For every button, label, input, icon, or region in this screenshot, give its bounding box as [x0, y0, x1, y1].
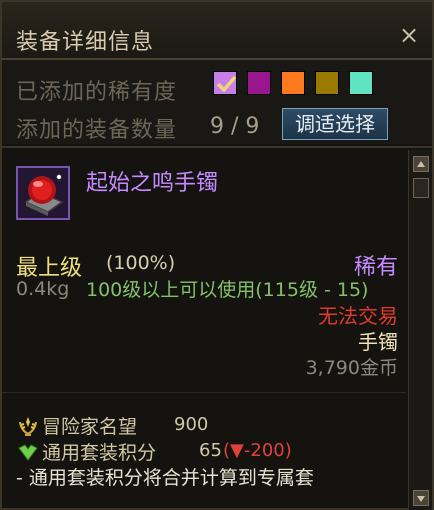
- item-level-requirement: 100级以上可以使用(115级 - 15): [86, 279, 369, 301]
- rarity-swatch-purple-checked[interactable]: [213, 71, 237, 95]
- rarity-swatch-magenta[interactable]: [247, 71, 271, 95]
- section-divider: [2, 392, 406, 393]
- fame-label: 冒险家名望: [42, 416, 138, 438]
- scroll-down-arrow-icon[interactable]: [413, 490, 429, 506]
- item-trade-status: 无法交易: [318, 304, 398, 328]
- equipment-count-label: 添加的装备数量: [16, 118, 178, 143]
- item-price: 3,790金币: [305, 357, 398, 379]
- item-weight: 0.4kg: [16, 278, 70, 300]
- item-grade-percent: (100%): [106, 252, 176, 274]
- set-points-difference: (▼-200): [223, 440, 292, 461]
- checkmark-icon: [216, 75, 237, 92]
- set-points-icon: [18, 444, 38, 461]
- scroll-up-arrow-icon[interactable]: [413, 156, 429, 172]
- item-slot: 手镯: [358, 330, 398, 354]
- rarity-swatch-olive[interactable]: [315, 71, 339, 95]
- set-points-label: 通用套装积分: [42, 442, 157, 464]
- adjust-selection-button[interactable]: 调适选择: [282, 108, 388, 140]
- equipment-detail-window: 装备详细信息 × 已添加的稀有度 添加的装备数量 9 / 9 调适选择 起始之鸣…: [0, 0, 434, 510]
- equipment-count-value: 9 / 9: [210, 114, 260, 139]
- title-bar[interactable]: 装备详细信息 ×: [2, 2, 432, 60]
- fame-laurel-icon: [18, 417, 38, 436]
- rarity-swatch-orange[interactable]: [281, 71, 305, 95]
- item-name: 起始之鸣手镯: [86, 171, 219, 196]
- window-title: 装备详细信息: [16, 30, 155, 55]
- set-points-note: - 通用套装积分将合并计算到专属套: [16, 467, 314, 489]
- close-icon[interactable]: ×: [398, 23, 420, 47]
- rarity-label: 已添加的稀有度: [16, 80, 178, 105]
- scrollbar[interactable]: [408, 150, 432, 510]
- set-points-value: 65: [199, 440, 222, 461]
- fame-value: 900: [174, 414, 209, 435]
- rarity-swatch-teal[interactable]: [349, 71, 373, 95]
- bracelet-icon[interactable]: [16, 166, 70, 220]
- scroll-thumb[interactable]: [413, 178, 429, 198]
